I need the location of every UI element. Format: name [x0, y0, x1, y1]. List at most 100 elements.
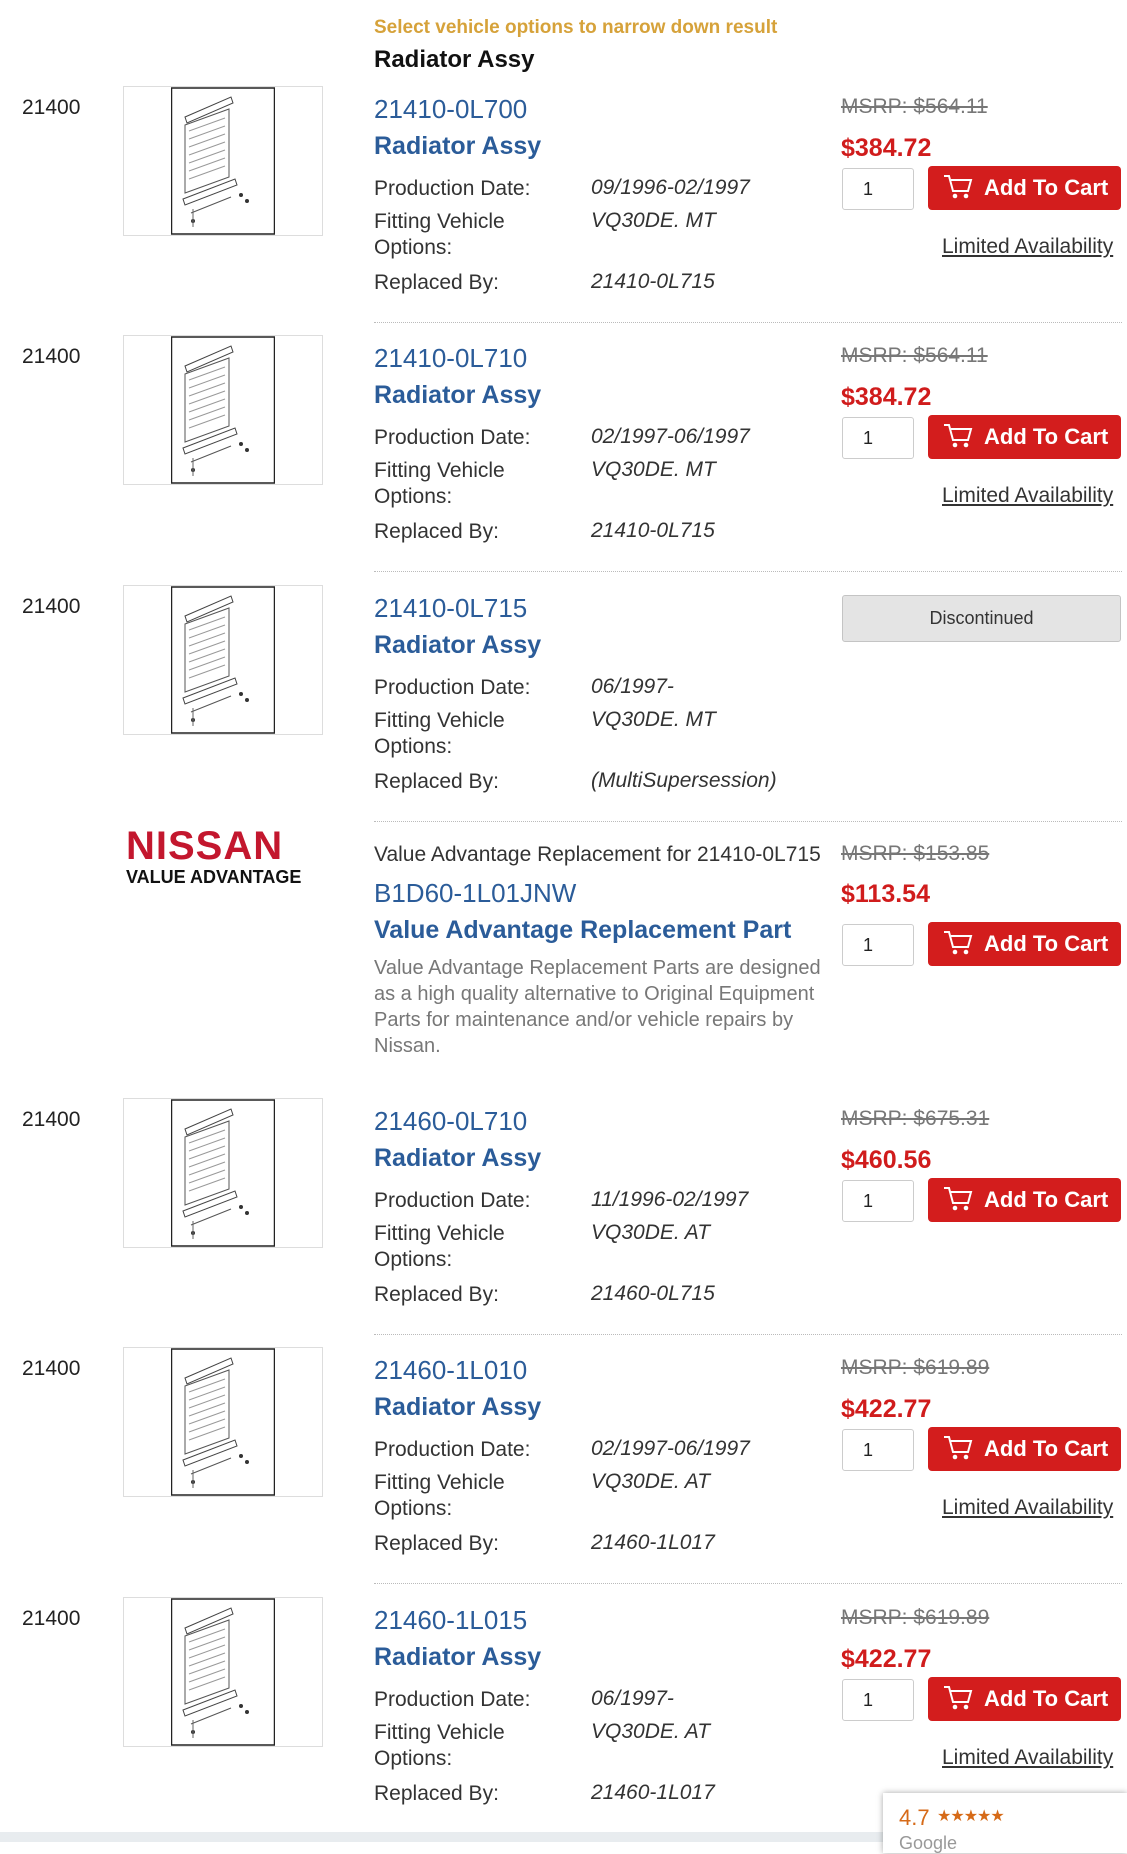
availability-link[interactable]: Limited Availability	[942, 1746, 1113, 1770]
bottom-bar	[0, 1832, 883, 1842]
quantity-input[interactable]	[842, 924, 914, 966]
quantity-input[interactable]	[842, 168, 914, 210]
discontinued-button[interactable]: Discontinued	[842, 595, 1121, 642]
row-divider	[374, 821, 1122, 822]
production-date-value: 09/1996-02/1997	[591, 176, 750, 199]
part-diagram-thumbnail[interactable]	[123, 86, 323, 236]
ref-number: 21400	[22, 1357, 81, 1380]
fitting-options-label: Options:	[374, 1497, 453, 1520]
part-name-link[interactable]: Radiator Assy	[374, 1643, 541, 1672]
fitting-vehicle-value: VQ30DE. AT	[591, 1720, 711, 1743]
add-to-cart-button[interactable]: Add To Cart	[928, 1178, 1121, 1222]
fitting-vehicle-value: VQ30DE. MT	[591, 708, 716, 731]
part-number-link[interactable]: 21460-1L015	[374, 1605, 527, 1636]
production-date-value: 11/1996-02/1997	[591, 1188, 749, 1211]
value-advantage-title: Value Advantage Replacement for 21410-0L…	[374, 843, 821, 866]
replaced-by-label: Replaced By:	[374, 770, 499, 793]
part-number-link[interactable]: B1D60-1L01JNW	[374, 878, 576, 909]
radiator-diagram-icon	[171, 1598, 275, 1746]
part-name-link[interactable]: Radiator Assy	[374, 631, 541, 660]
part-name-link[interactable]: Radiator Assy	[374, 1393, 541, 1422]
part-name-link[interactable]: Radiator Assy	[374, 132, 541, 161]
part-row: 21400 21460-1L010 Radiator Assy Producti…	[0, 1347, 1127, 1593]
production-date-label: Production Date:	[374, 1438, 531, 1461]
fitting-vehicle-value: VQ30DE. AT	[591, 1470, 711, 1493]
availability-link[interactable]: Limited Availability	[942, 235, 1113, 259]
msrp-price: MSRP: $564.11	[841, 344, 988, 367]
fitting-vehicle-label: Fitting Vehicle	[374, 1471, 505, 1494]
replaced-by-value: 21460-1L017	[591, 1531, 715, 1554]
production-date-value: 02/1997-06/1997	[591, 1437, 750, 1460]
part-number-link[interactable]: 21460-1L010	[374, 1355, 527, 1386]
msrp-price: MSRP: $153.85	[841, 842, 990, 865]
part-row: 21400 21410-0L710 Radiator Assy Producti…	[0, 335, 1127, 581]
quantity-input[interactable]	[842, 1679, 914, 1721]
radiator-diagram-icon	[171, 87, 275, 235]
ref-number: 21400	[22, 345, 81, 368]
add-to-cart-label: Add To Cart	[984, 1187, 1109, 1212]
radiator-diagram-icon	[171, 586, 275, 734]
row-divider	[374, 1334, 1122, 1335]
fitting-vehicle-value: VQ30DE. AT	[591, 1221, 711, 1244]
cart-icon	[944, 1436, 973, 1460]
replaced-by-value: 21460-0L715	[591, 1282, 715, 1305]
row-divider	[374, 571, 1122, 572]
row-divider	[374, 322, 1122, 323]
quantity-input[interactable]	[842, 1180, 914, 1222]
add-to-cart-label: Add To Cart	[984, 931, 1109, 956]
add-to-cart-button[interactable]: Add To Cart	[928, 922, 1121, 966]
rating-stars-icon: ★★★★★	[937, 1808, 1005, 1825]
add-to-cart-button[interactable]: Add To Cart	[928, 1427, 1121, 1471]
part-diagram-thumbnail[interactable]	[123, 585, 323, 735]
add-to-cart-button[interactable]: Add To Cart	[928, 1677, 1121, 1721]
ref-number: 21400	[22, 1108, 81, 1131]
part-number-link[interactable]: 21410-0L710	[374, 343, 527, 374]
part-number-link[interactable]: 21410-0L700	[374, 94, 527, 125]
google-rating-badge[interactable]: 4.7 ★★★★★ Google	[883, 1793, 1127, 1853]
availability-link[interactable]: Limited Availability	[942, 1496, 1113, 1520]
replaced-by-value: 21460-1L017	[591, 1781, 715, 1804]
fitting-options-label: Options:	[374, 485, 453, 508]
cart-icon	[944, 1187, 973, 1211]
sale-price: $422.77	[841, 1395, 932, 1423]
fitting-options-label: Options:	[374, 1248, 453, 1271]
part-number-link[interactable]: 21460-0L710	[374, 1106, 527, 1137]
replaced-by-label: Replaced By:	[374, 271, 499, 294]
part-diagram-thumbnail[interactable]	[123, 1098, 323, 1248]
quantity-input[interactable]	[842, 417, 914, 459]
ref-number: 21400	[22, 595, 81, 618]
fitting-options-label: Options:	[374, 236, 453, 259]
radiator-diagram-icon	[171, 1348, 275, 1496]
part-diagram-thumbnail[interactable]	[123, 335, 323, 485]
cart-icon	[944, 175, 973, 199]
fitting-options-label: Options:	[374, 735, 453, 758]
cart-icon	[944, 424, 973, 448]
ref-number: 21400	[22, 96, 81, 119]
msrp-price: MSRP: $564.11	[841, 95, 988, 118]
msrp-price: MSRP: $619.89	[841, 1356, 990, 1379]
rating-source: Google	[899, 1833, 958, 1853]
replaced-by-value: 21410-0L715	[591, 270, 715, 293]
part-diagram-thumbnail[interactable]	[123, 1347, 323, 1497]
fitting-vehicle-label: Fitting Vehicle	[374, 210, 505, 233]
part-number-link[interactable]: 21410-0L715	[374, 593, 527, 624]
part-row: 21400 21410-0L700 Radiator Assy Producti…	[0, 86, 1127, 332]
filter-hint: Select vehicle options to narrow down re…	[374, 17, 778, 38]
add-to-cart-button[interactable]: Add To Cart	[928, 415, 1121, 459]
replaced-by-label: Replaced By:	[374, 1782, 499, 1805]
fitting-vehicle-value: VQ30DE. MT	[591, 209, 716, 232]
replaced-by-value: (MultiSupersession)	[591, 769, 777, 792]
page-title: Radiator Assy	[374, 46, 535, 73]
part-name-link[interactable]: Radiator Assy	[374, 1144, 541, 1173]
production-date-value: 06/1997-	[591, 675, 674, 698]
sale-price: $384.72	[841, 383, 932, 411]
cart-icon	[944, 1686, 973, 1710]
part-name-link[interactable]: Radiator Assy	[374, 381, 541, 410]
quantity-input[interactable]	[842, 1429, 914, 1471]
production-date-label: Production Date:	[374, 1189, 531, 1212]
msrp-price: MSRP: $619.89	[841, 1606, 990, 1629]
part-name-link[interactable]: Value Advantage Replacement Part	[374, 916, 791, 945]
part-diagram-thumbnail[interactable]	[123, 1597, 323, 1747]
availability-link[interactable]: Limited Availability	[942, 484, 1113, 508]
add-to-cart-button[interactable]: Add To Cart	[928, 166, 1121, 210]
